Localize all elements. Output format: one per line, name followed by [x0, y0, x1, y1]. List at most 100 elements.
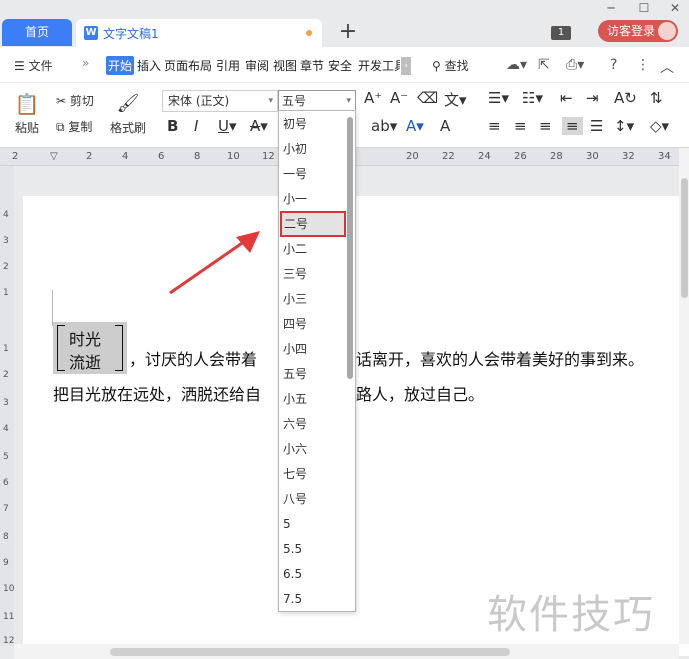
size-option[interactable]: 八号	[283, 489, 345, 509]
size-option[interactable]: 5	[283, 514, 345, 534]
size-option-selected[interactable]: 二号	[280, 211, 346, 237]
vertical-ruler[interactable]: 4 3 2 1 1 2 3 4 5 6 7 8 9 10 11 12	[0, 166, 14, 646]
paragraph-line-1-start[interactable]: ，讨厌的人会带着	[129, 346, 257, 370]
tabs-scroll-right-icon[interactable]: ›	[401, 57, 411, 75]
search-button[interactable]: ⚲ 查找	[432, 57, 469, 74]
combined-characters[interactable]: 时光 流逝	[53, 322, 127, 374]
size-option[interactable]: 六号	[283, 414, 345, 434]
vertical-scrollbar[interactable]	[679, 148, 689, 644]
tab-home[interactable]: 首页	[2, 19, 72, 46]
size-option[interactable]: 小四	[283, 339, 345, 359]
cut-button[interactable]: ✂ 剪切	[56, 92, 94, 109]
paragraph-line-2-start[interactable]: 把目光放在远处，洒脱还给自	[53, 381, 261, 405]
italic-icon[interactable]: I	[194, 117, 198, 135]
numbering-icon[interactable]: ☷▾	[522, 89, 543, 107]
size-option[interactable]: 小一	[283, 189, 345, 209]
size-option[interactable]: 五号	[283, 364, 345, 384]
search-icon: ⚲	[432, 59, 445, 73]
paragraph-line-1-end[interactable]: 话离开，喜欢的人会带着美好的事到来。	[356, 346, 644, 370]
size-option[interactable]: 四号	[283, 314, 345, 334]
cloud-icon[interactable]: ☁▾	[506, 57, 527, 73]
tab-view[interactable]: 视图	[273, 57, 297, 74]
file-menu[interactable]: ☰ 文件	[14, 57, 53, 74]
login-label: 访客登录	[607, 24, 656, 38]
size-option[interactable]: 小六	[283, 439, 345, 459]
underline-icon[interactable]: U▾	[218, 117, 237, 135]
size-option[interactable]: 小初	[283, 139, 345, 159]
copy-icon: ⧉	[56, 120, 69, 134]
size-option[interactable]: 一号	[283, 164, 345, 184]
window-count-badge[interactable]: 1	[551, 26, 571, 40]
arrow-shaft	[169, 237, 249, 295]
strikethrough-icon[interactable]: A▾	[250, 117, 268, 135]
tab-chapter[interactable]: 章节	[300, 57, 324, 74]
highlight-icon[interactable]: ab▾	[371, 117, 397, 135]
maximize-icon[interactable]: ☐	[631, 0, 657, 16]
share-icon[interactable]: ⇱	[538, 57, 550, 73]
char-shading-icon[interactable]: A	[440, 117, 450, 135]
dropdown-scroll-thumb[interactable]	[347, 117, 353, 379]
minimize-icon[interactable]: ─	[598, 0, 624, 16]
size-option[interactable]: 7.5	[283, 589, 345, 609]
size-option[interactable]: 三号	[283, 264, 345, 284]
size-option[interactable]: 小三	[283, 289, 345, 309]
more-tabs-icon[interactable]: »	[82, 56, 89, 70]
combined-line-1: 时光	[69, 330, 102, 349]
tab-document[interactable]: W 文字文稿1	[76, 19, 322, 47]
tab-insert[interactable]: 插入	[137, 57, 161, 74]
font-name-select[interactable]: 宋体 (正文) ▾	[162, 90, 278, 112]
font-size-dropdown[interactable]: 初号 小初 一号 小一 二号 小二 三号 小三 四号 小四 五号 小五 六号 小…	[278, 110, 356, 612]
size-option[interactable]: 七号	[283, 464, 345, 484]
annotation-arrow	[169, 231, 260, 295]
size-option[interactable]: 6.5	[283, 564, 345, 584]
sort-icon[interactable]: ⇅	[650, 89, 663, 107]
horizontal-scroll-thumb[interactable]	[110, 648, 510, 656]
pinyin-icon[interactable]: 文▾	[444, 89, 467, 110]
close-icon[interactable]: ✕	[662, 0, 688, 16]
horizontal-scrollbar[interactable]	[14, 644, 679, 659]
more-options-icon[interactable]: ⋮	[636, 57, 650, 73]
increase-indent-icon[interactable]: ⇥	[586, 89, 599, 107]
tab-security[interactable]: 安全	[328, 57, 352, 74]
bold-icon[interactable]: B	[167, 117, 178, 135]
decrease-indent-icon[interactable]: ⇤	[560, 89, 573, 107]
align-left-icon[interactable]: ≡	[488, 117, 501, 135]
paste-button[interactable]: 📋 粘贴	[10, 91, 44, 136]
align-center-icon[interactable]: ≡	[514, 117, 527, 135]
new-tab-button[interactable]: +	[336, 19, 360, 45]
size-option[interactable]: 5.5	[283, 539, 345, 559]
justify-icon[interactable]: ≡	[562, 117, 583, 135]
distribute-icon[interactable]: ☰	[590, 117, 603, 135]
font-color-icon[interactable]: A▾	[406, 117, 424, 135]
shrink-font-icon[interactable]: A⁻	[390, 89, 408, 107]
combined-line-2: 流逝	[69, 353, 102, 372]
bullets-icon[interactable]: ☰▾	[488, 89, 509, 107]
paragraph-line-2-end[interactable]: 路人，放过自己。	[356, 381, 484, 405]
left-bracket	[57, 325, 65, 371]
tab-developer[interactable]: 开发工具	[358, 57, 400, 74]
title-bar: 首页 W 文字文稿1 + ─ ☐ ✕ 1 访客登录	[0, 0, 689, 47]
line-spacing-icon[interactable]: ↕▾	[614, 117, 634, 135]
format-painter-label: 格式刷	[109, 121, 146, 135]
help-icon[interactable]: ?	[610, 57, 617, 73]
tab-references[interactable]: 引用	[216, 57, 240, 74]
copy-button[interactable]: ⧉ 复制	[56, 118, 92, 135]
tab-review[interactable]: 审阅	[245, 57, 269, 74]
size-option[interactable]: 初号	[283, 114, 345, 134]
clear-format-icon[interactable]: ⌫	[417, 89, 438, 107]
grow-font-icon[interactable]: A⁺	[364, 89, 382, 107]
format-painter-button[interactable]: 🖌 格式刷	[108, 91, 148, 136]
tab-start[interactable]: 开始	[106, 56, 135, 75]
size-option[interactable]: 小二	[283, 239, 345, 259]
collapse-ribbon-icon[interactable]: ︿	[660, 57, 674, 77]
vertical-scroll-thumb[interactable]	[681, 178, 688, 298]
shading-icon[interactable]: ◇▾	[650, 117, 669, 135]
watermark-text: 软件技巧	[487, 592, 655, 638]
text-direction-icon[interactable]: A↻	[614, 89, 637, 107]
tab-page-layout[interactable]: 页面布局	[164, 57, 212, 74]
export-icon[interactable]: ⎙▾	[566, 57, 584, 73]
align-right-icon[interactable]: ≡	[539, 117, 552, 135]
size-option[interactable]: 小五	[283, 389, 345, 409]
font-size-select[interactable]: 五号 ▾	[278, 90, 356, 112]
visitor-login-button[interactable]: 访客登录	[598, 20, 678, 42]
